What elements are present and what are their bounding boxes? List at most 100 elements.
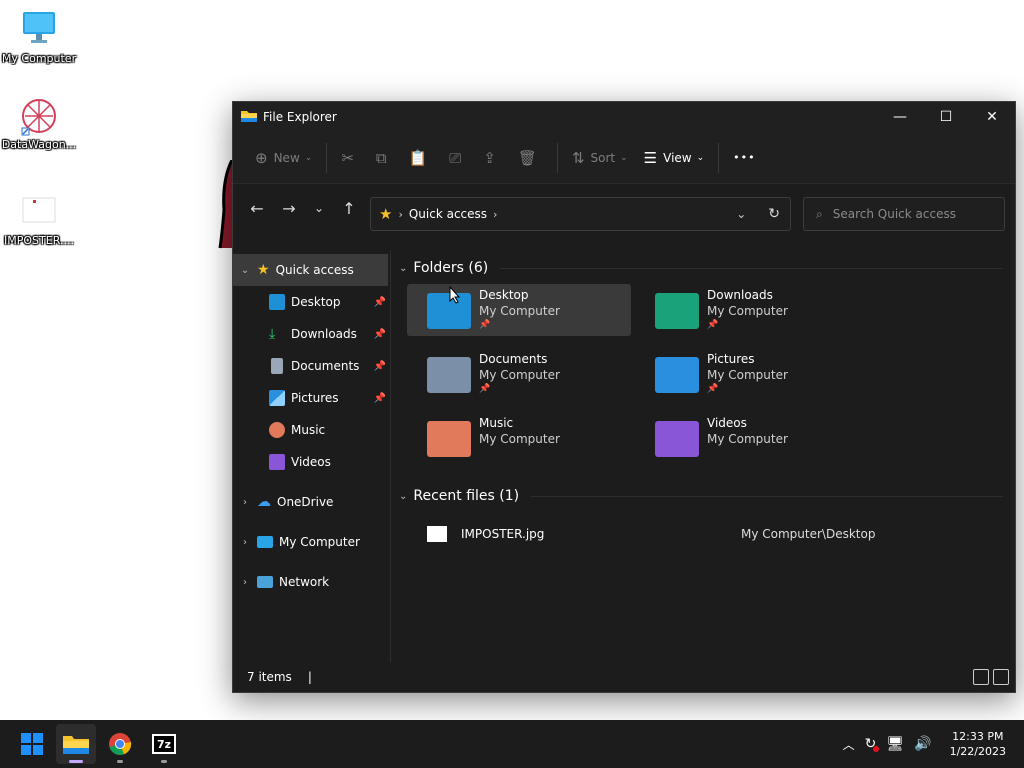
folder-name: Downloads	[707, 288, 773, 302]
pictures-icon	[269, 390, 285, 406]
sidebar-item-quick-access[interactable]: ⌄ ★ Quick access	[233, 254, 388, 286]
status-bar: 7 items |	[233, 662, 1015, 692]
clock-time: 12:33 PM	[952, 730, 1004, 743]
details-view-button[interactable]	[973, 669, 989, 685]
search-placeholder: Search Quick access	[832, 207, 956, 221]
sidebar-item-my-computer[interactable]: › My Computer	[233, 526, 390, 558]
folder-tile-music[interactable]: Music My Computer	[407, 412, 631, 464]
show-hidden-icons-button[interactable]: ︿	[843, 736, 855, 753]
volume-icon[interactable]: 🔊	[914, 736, 931, 752]
pin-icon: 📌	[479, 320, 491, 330]
search-icon: ⌕	[816, 206, 823, 221]
folder-location: My Computer	[707, 304, 788, 318]
address-bar[interactable]: ★ › Quick access › ⌄ ↻	[370, 197, 791, 231]
share-button[interactable]: ⇪	[475, 142, 510, 174]
chevron-down-icon[interactable]: ⌄	[233, 265, 257, 276]
cut-button[interactable]: ✂	[333, 142, 368, 174]
alert-dot	[873, 746, 880, 752]
monitor-icon	[19, 10, 59, 50]
content-pane: ⌄ Folders (6) Desktop My Computer 📌 Downlo…	[393, 250, 1015, 662]
videos-folder-icon	[655, 421, 699, 457]
minimize-button[interactable]: —	[877, 102, 923, 132]
folder-tile-desktop[interactable]: Desktop My Computer 📌	[407, 284, 631, 336]
sidebar-item-label: Downloads	[291, 327, 357, 341]
sidebar-item-onedrive[interactable]: › ☁ OneDrive	[233, 486, 390, 518]
clock[interactable]: 12:33 PM 1/22/2023	[950, 729, 1006, 759]
chevron-right-icon[interactable]: ›	[233, 497, 257, 508]
tiles-view-button[interactable]	[993, 669, 1009, 685]
pictures-folder-icon	[655, 357, 699, 393]
arrow-right-icon: →	[282, 198, 296, 218]
7zip-taskbar-button[interactable]: 7z	[144, 724, 184, 764]
recent-header-label: Recent files (1)	[413, 488, 520, 504]
address-history-button[interactable]: ⌄	[736, 207, 746, 221]
view-label: View	[663, 150, 692, 165]
chrome-taskbar-button[interactable]	[100, 724, 140, 764]
sidebar-item-desktop[interactable]: Desktop 📌	[233, 286, 390, 318]
maximize-button[interactable]: ☐	[923, 102, 969, 132]
running-indicator	[161, 760, 167, 763]
divider	[556, 142, 558, 173]
up-button[interactable]: ↑	[333, 192, 365, 224]
clock-date: 1/22/2023	[949, 745, 1006, 758]
share-icon: ⇪	[483, 148, 496, 167]
start-icon	[21, 733, 43, 755]
monitor-icon	[257, 536, 273, 548]
back-button[interactable]: ←	[241, 192, 273, 224]
sort-button[interactable]: ⇅ Sort ⌄	[564, 142, 636, 174]
refresh-button[interactable]: ↻	[768, 206, 780, 222]
folder-icon	[241, 109, 257, 126]
view-button[interactable]: ☰ View ⌄	[636, 142, 712, 174]
sidebar-item-label: Desktop	[291, 295, 341, 309]
new-button[interactable]: ⊕ New ⌄	[247, 142, 320, 174]
chevron-right-icon[interactable]: ›	[233, 537, 257, 548]
document-icon	[271, 358, 283, 374]
taskbar: 7z ︿ ↻ 🖥 🔊 12:33 PM 1/22/2023	[0, 720, 1024, 768]
search-box[interactable]: ⌕ Search Quick access	[803, 197, 1005, 231]
recent-file-row[interactable]: IMPOSTER.jpg My Computer\Desktop	[427, 520, 995, 548]
desktop-icon-imposter[interactable]: IMPOSTER....	[0, 192, 78, 247]
chevron-down-icon: ⌄	[620, 152, 628, 163]
sidebar-item-network[interactable]: › Network	[233, 566, 390, 598]
folder-tile-pictures[interactable]: Pictures My Computer 📌	[635, 348, 859, 400]
arrow-left-icon: ←	[250, 198, 264, 218]
desktop-icon-my-computer[interactable]: My Computer	[0, 10, 78, 65]
sync-icon[interactable]: ↻	[865, 736, 880, 752]
chevron-right-icon[interactable]: ›	[233, 577, 257, 588]
title-bar[interactable]: File Explorer — ☐ ✕	[233, 102, 1015, 132]
videos-icon	[269, 454, 285, 470]
sidebar-item-pictures[interactable]: Pictures 📌	[233, 382, 390, 414]
more-icon: •••	[733, 151, 756, 164]
folders-section-header[interactable]: ⌄ Folders (6)	[393, 254, 1015, 282]
copy-icon: ⧉	[375, 148, 387, 167]
folder-name: Videos	[707, 416, 747, 430]
close-button[interactable]: ✕	[969, 102, 1015, 132]
network-icon[interactable]: 🖥	[886, 736, 904, 752]
sidebar-item-documents[interactable]: Documents 📌	[233, 350, 390, 382]
recent-files-section-header[interactable]: ⌄ Recent files (1)	[393, 482, 1015, 510]
start-button[interactable]	[12, 724, 52, 764]
file-explorer-taskbar-button[interactable]	[56, 724, 96, 764]
breadcrumb-quick-access[interactable]: Quick access	[409, 207, 487, 221]
sidebar-item-videos[interactable]: Videos	[233, 446, 390, 478]
folder-tile-documents[interactable]: Documents My Computer 📌	[407, 348, 631, 400]
music-folder-icon	[427, 421, 471, 457]
divider	[531, 495, 1003, 497]
desktop-icon-label: IMPOSTER....	[4, 234, 74, 247]
desktop-icon-datawagon[interactable]: DataWagon...	[0, 96, 78, 151]
more-options-button[interactable]: •••	[725, 142, 763, 174]
folder-location: My Computer	[707, 432, 788, 446]
folder-tile-downloads[interactable]: Downloads My Computer 📌	[635, 284, 859, 336]
forward-button[interactable]: →	[273, 192, 305, 224]
image-file-icon	[427, 526, 447, 542]
sidebar-item-music[interactable]: Music	[233, 414, 390, 446]
sidebar-item-downloads[interactable]: ⤓ Downloads 📌	[233, 318, 390, 350]
rename-button[interactable]: ⎚	[441, 142, 475, 174]
rename-icon: ⎚	[449, 148, 462, 167]
delete-button[interactable]: 🗑	[510, 142, 551, 174]
recent-locations-button[interactable]: ⌄	[305, 192, 333, 224]
paste-button[interactable]: 📋	[401, 142, 442, 174]
divider	[718, 142, 720, 173]
copy-button[interactable]: ⧉	[368, 142, 401, 174]
folder-tile-videos[interactable]: Videos My Computer	[635, 412, 859, 464]
